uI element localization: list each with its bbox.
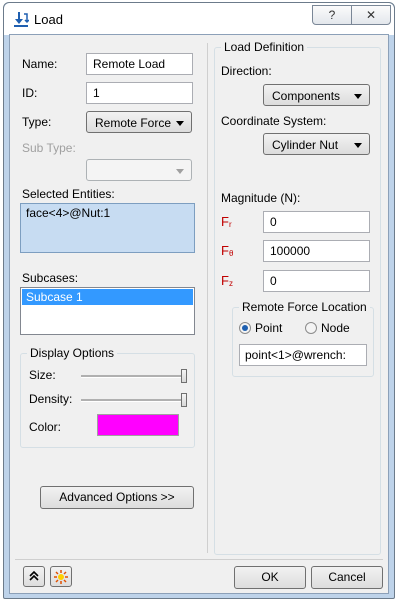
location-input[interactable]: point<1>@wrench: — [239, 344, 367, 366]
type-value: Remote Force — [95, 116, 172, 130]
node-label: Node — [321, 321, 350, 335]
remote-force-location-title: Remote Force Location — [239, 300, 370, 314]
density-slider-track — [81, 399, 187, 402]
advanced-options-button[interactable]: Advanced Options >> — [40, 486, 194, 509]
fr-label: Fr — [221, 214, 232, 229]
node-radio[interactable] — [305, 322, 317, 334]
cancel-button[interactable]: Cancel — [311, 566, 383, 589]
subcases-list[interactable]: Subcase 1 — [20, 287, 195, 335]
load-definition-title: Load Definition — [221, 40, 308, 54]
subcases-label: Subcases: — [22, 271, 79, 285]
chevron-down-icon — [354, 94, 362, 99]
magnitude-label: Magnitude (N): — [221, 191, 301, 205]
display-options-group: Display Options Size: Density: Color: — [20, 346, 195, 448]
coordinate-system-combo[interactable]: Cylinder Nut — [263, 133, 370, 155]
chevron-down-icon — [176, 121, 184, 126]
footer-divider — [15, 559, 383, 560]
close-button[interactable]: ✕ — [351, 5, 391, 25]
fz-label: Fz — [221, 273, 233, 288]
chevron-down-icon — [176, 169, 184, 174]
type-label: Type: — [22, 115, 52, 129]
direction-label: Direction: — [221, 64, 272, 78]
double-chevron-up-icon — [29, 570, 39, 581]
coordinate-system-value: Cylinder Nut — [272, 138, 339, 152]
remote-force-location-group: Remote Force Location Point Node point<1… — [232, 300, 374, 377]
selected-entities-list[interactable]: face<4>@Nut:1 — [20, 203, 195, 253]
name-input[interactable]: Remote Load — [86, 53, 193, 75]
display-options-title: Display Options — [27, 346, 118, 360]
name-label: Name: — [22, 57, 58, 71]
color-label: Color: — [29, 420, 62, 434]
id-input[interactable]: 1 — [86, 82, 193, 104]
ok-button[interactable]: OK — [234, 566, 306, 589]
burst-icon — [54, 570, 68, 584]
load-dialog: Load ? ✕ Name: Remote Load ID: 1 Type: R… — [3, 2, 395, 599]
ftheta-input[interactable]: 100000 — [263, 240, 370, 262]
size-label: Size: — [29, 368, 56, 382]
density-label: Density: — [29, 392, 73, 406]
list-item[interactable]: face<4>@Nut:1 — [21, 204, 194, 222]
density-slider-thumb[interactable] — [181, 393, 187, 407]
load-definition-group: Load Definition Direction: Components Co… — [214, 40, 381, 555]
highlight-button[interactable] — [50, 566, 72, 587]
size-slider-thumb[interactable] — [181, 369, 187, 383]
fr-input[interactable]: 0 — [263, 211, 370, 233]
dialog-body: Name: Remote Load ID: 1 Type: Remote For… — [9, 34, 389, 594]
column-divider — [207, 43, 208, 553]
selected-entities-label: Selected Entities: — [22, 187, 115, 201]
point-label: Point — [255, 321, 283, 335]
size-slider-track — [81, 375, 187, 378]
direction-combo[interactable]: Components — [263, 84, 370, 106]
collapse-button[interactable] — [23, 566, 45, 587]
window-title: Load — [34, 12, 63, 27]
help-icon: ? — [328, 8, 336, 22]
help-button[interactable]: ? — [312, 5, 352, 25]
subtype-combo[interactable] — [86, 159, 192, 181]
fz-input[interactable]: 0 — [263, 270, 370, 292]
chevron-down-icon — [354, 143, 362, 148]
id-label: ID: — [22, 86, 38, 100]
ftheta-label: Fθ — [221, 243, 234, 258]
load-icon — [14, 12, 29, 27]
title-bar[interactable]: Load ? ✕ — [4, 3, 394, 35]
type-combo[interactable]: Remote Force — [86, 111, 192, 133]
point-radio[interactable] — [239, 322, 251, 334]
color-swatch[interactable] — [97, 414, 179, 436]
coordinate-system-label: Coordinate System: — [221, 114, 327, 128]
close-icon: ✕ — [365, 8, 377, 22]
direction-value: Components — [272, 89, 341, 103]
subtype-label: Sub Type: — [22, 141, 76, 155]
list-item[interactable]: Subcase 1 — [22, 289, 193, 305]
